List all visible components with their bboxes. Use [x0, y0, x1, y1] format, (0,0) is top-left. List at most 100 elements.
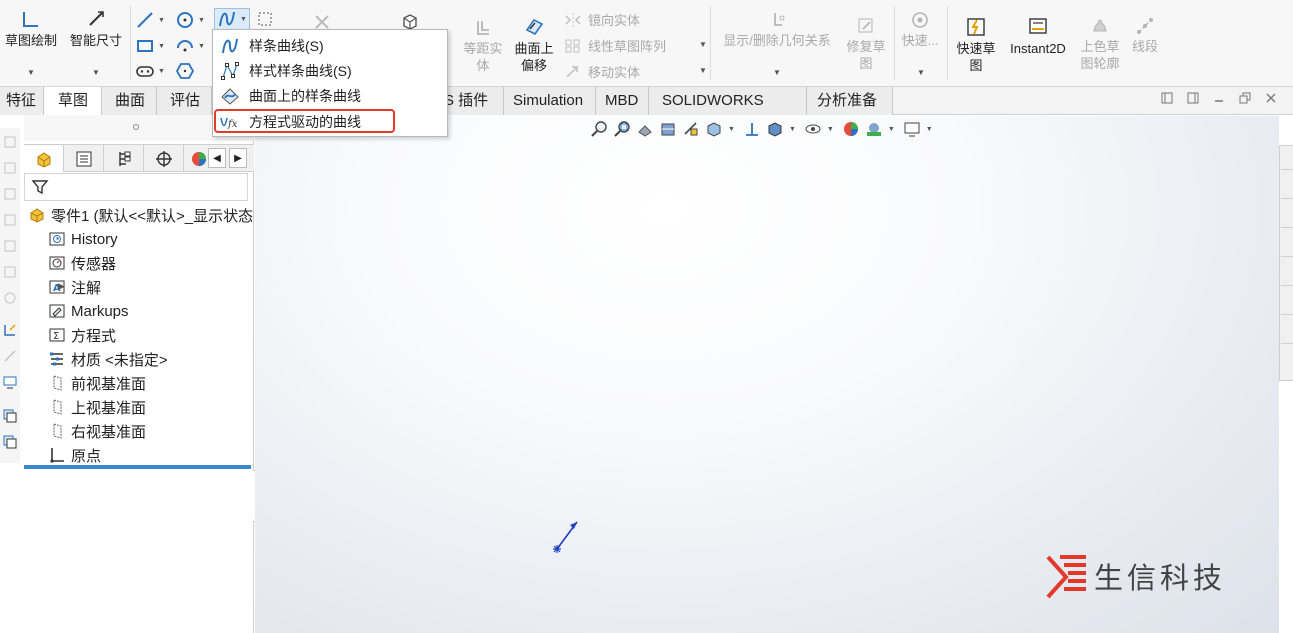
strip-cube-icon[interactable]: [2, 212, 18, 228]
zoom-to-fit-icon[interactable]: [590, 120, 608, 138]
linear-pattern-caret[interactable]: ▼: [699, 40, 707, 49]
rapid-sketch-button[interactable]: 快速草 图: [952, 16, 1000, 74]
minimize-icon[interactable]: [1213, 92, 1225, 104]
move-entities-button[interactable]: 移动实体: [564, 62, 640, 81]
tab-features[interactable]: 特征: [0, 87, 44, 115]
task-pane-resources-icon[interactable]: [1281, 177, 1293, 199]
menu-item-style-spline[interactable]: 样式样条曲线(S): [213, 59, 447, 83]
dotted-rect-tool[interactable]: [256, 10, 274, 28]
menu-item-spline-on-surface[interactable]: 曲面上的样条曲线: [213, 84, 447, 108]
tree-root-part[interactable]: 零件1 (默认<<默认>_显示状态: [28, 203, 253, 227]
tab-mbd[interactable]: MBD: [596, 87, 649, 115]
tile-left-icon[interactable]: [1161, 92, 1173, 104]
strip-cube-icon[interactable]: [2, 264, 18, 280]
tab-dimxpert-manager[interactable]: [144, 145, 184, 172]
polygon-tool[interactable]: [175, 62, 195, 80]
task-pane-appearances-icon[interactable]: [1281, 264, 1293, 286]
sketch-button[interactable]: 草图绘制: [2, 8, 60, 49]
expand-annotations-caret[interactable]: ▶: [58, 281, 65, 292]
offset-on-surface-button[interactable]: 曲面上 偏移: [510, 16, 558, 74]
tree-item-front-plane[interactable]: 前视基准面: [48, 371, 146, 395]
strip-cube-icon[interactable]: [2, 160, 18, 176]
hide-show-items-icon[interactable]: [804, 120, 822, 138]
quick-snaps-button[interactable]: 快速...: [898, 10, 942, 49]
task-pane-explorer-icon[interactable]: [1281, 235, 1293, 257]
triad-icon[interactable]: [743, 120, 761, 138]
display-delete-relations-button[interactable]: 显示/删除几何关系: [716, 10, 838, 49]
segment-button[interactable]: 线段: [1128, 16, 1162, 55]
tabs-scroll-right-arrow[interactable]: ▶: [229, 148, 247, 168]
view-orientation-caret[interactable]: ▼: [728, 126, 735, 133]
spline-tool[interactable]: ▼: [214, 8, 250, 30]
tab-configuration-manager[interactable]: [104, 145, 144, 172]
strip-tool-icon[interactable]: [2, 348, 18, 364]
relations-caret[interactable]: ▼: [773, 68, 781, 77]
tab-simulation[interactable]: Simulation: [504, 87, 596, 115]
task-pane-library-icon[interactable]: [1281, 206, 1293, 228]
offset-entities-button[interactable]: 等距实 体: [459, 18, 507, 74]
close-icon[interactable]: [1265, 92, 1277, 104]
tab-solidworks-cam[interactable]: SOLIDWORKS CAM: [649, 87, 807, 136]
strip-sketch-icon[interactable]: [2, 322, 18, 338]
strip-display-icon[interactable]: [2, 374, 18, 390]
dynamic-annotation-icon[interactable]: [682, 120, 700, 138]
strip-cube-icon[interactable]: [2, 238, 18, 254]
hide-show-caret[interactable]: ▼: [827, 126, 834, 133]
quick-snaps-caret[interactable]: ▼: [917, 68, 925, 77]
tree-item-right-plane[interactable]: 右视基准面: [48, 419, 146, 443]
apply-scene-caret[interactable]: ▼: [888, 126, 895, 133]
previous-view-icon[interactable]: [636, 120, 654, 138]
zoom-to-area-icon[interactable]: [613, 120, 631, 138]
shaded-sketch-contours-button[interactable]: 上色草 图轮廓: [1076, 16, 1124, 72]
section-view-icon[interactable]: [659, 120, 677, 138]
tree-filter-bar[interactable]: [24, 173, 248, 201]
tree-item-top-plane[interactable]: 上视基准面: [48, 395, 146, 419]
display-style-caret[interactable]: ▼: [789, 126, 796, 133]
tile-right-icon[interactable]: [1187, 92, 1199, 104]
view-settings-caret[interactable]: ▼: [926, 126, 933, 133]
sketch-dropdown-caret[interactable]: ▼: [27, 68, 35, 77]
apply-scene-icon[interactable]: [865, 120, 883, 138]
tab-analysis-preparation[interactable]: 分析准备: [807, 87, 893, 115]
strip-cube-icon[interactable]: [2, 186, 18, 202]
tab-property-manager[interactable]: [64, 145, 104, 172]
line-tool[interactable]: ▼: [135, 10, 165, 30]
view-orientation-icon[interactable]: [705, 120, 723, 138]
tree-item-annotations[interactable]: ▶ A 注解: [48, 275, 101, 299]
tree-item-sensors[interactable]: 传感器: [48, 251, 116, 275]
panel-grip-icon[interactable]: [133, 124, 139, 130]
edit-appearance-icon[interactable]: [842, 120, 860, 138]
slot-tool[interactable]: ▼: [135, 62, 165, 80]
tab-display-manager[interactable]: [184, 145, 208, 172]
tab-feature-manager[interactable]: [24, 145, 64, 172]
tree-item-equations[interactable]: Σ 方程式: [48, 323, 116, 347]
strip-layers-icon[interactable]: [2, 408, 18, 424]
smart-dimension-caret[interactable]: ▼: [92, 68, 100, 77]
strip-sphere-icon[interactable]: [2, 290, 18, 306]
tree-item-origin[interactable]: 原点: [48, 443, 101, 467]
tab-sketch[interactable]: 草图: [44, 87, 102, 115]
menu-item-spline[interactable]: 样条曲线(S): [213, 34, 447, 58]
move-entities-caret[interactable]: ▼: [699, 66, 707, 75]
instant2d-button[interactable]: Instant2D: [1004, 16, 1072, 57]
tab-evaluate[interactable]: 评估: [157, 87, 212, 115]
strip-layers-icon[interactable]: [2, 434, 18, 450]
tabs-scroll-left-arrow[interactable]: ◀: [208, 148, 226, 168]
task-pane-properties-icon[interactable]: [1281, 293, 1293, 315]
mirror-entities-button[interactable]: 镜向实体: [564, 10, 640, 29]
task-pane-chat-icon[interactable]: [1281, 351, 1293, 373]
task-pane-forum-icon[interactable]: [1281, 322, 1293, 344]
circle-tool[interactable]: ▼: [175, 10, 205, 30]
repair-sketch-button[interactable]: 修复草 图: [842, 16, 890, 72]
restore-icon[interactable]: [1239, 92, 1251, 104]
view-settings-icon[interactable]: [903, 120, 921, 138]
display-style-icon[interactable]: [766, 120, 784, 138]
strip-cube-icon[interactable]: [2, 134, 18, 150]
task-pane-home-icon[interactable]: [1281, 148, 1293, 170]
tab-surfaces[interactable]: 曲面: [102, 87, 157, 115]
linear-pattern-button[interactable]: 线性草图阵列: [564, 36, 666, 55]
tree-item-history[interactable]: History: [48, 227, 118, 251]
rectangle-tool[interactable]: ▼: [135, 36, 165, 56]
arc-tool[interactable]: ▼: [175, 36, 205, 56]
smart-dimension-button[interactable]: 智能尺寸: [66, 8, 126, 49]
